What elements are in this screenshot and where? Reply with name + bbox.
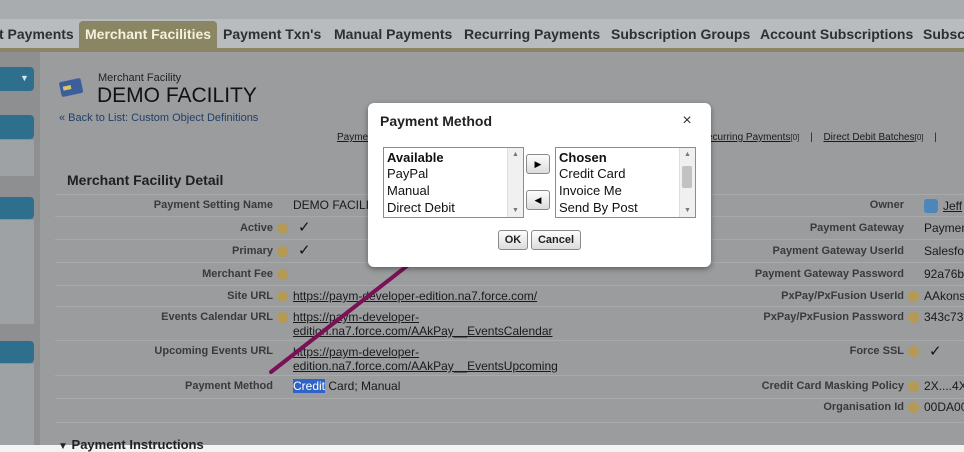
remove-button[interactable]: ◀: [526, 190, 550, 210]
scroll-down-icon[interactable]: ▼: [684, 207, 691, 214]
chosen-list[interactable]: Chosen Credit Card Invoice Me Send By Po…: [555, 147, 696, 218]
scroll-up-icon[interactable]: ▲: [512, 151, 519, 158]
available-list[interactable]: Available PayPal Manual Direct Debit ▲ ▼: [383, 147, 524, 218]
scroll-up-icon[interactable]: ▲: [684, 151, 691, 158]
list-item[interactable]: Direct Debit: [387, 200, 455, 215]
dialog-title: Payment Method: [380, 113, 493, 129]
cancel-button[interactable]: Cancel: [531, 230, 581, 250]
list-item[interactable]: Manual: [387, 183, 430, 198]
scrollbar[interactable]: ▲ ▼: [679, 148, 695, 217]
ok-button[interactable]: OK: [498, 230, 528, 250]
list-item[interactable]: Credit Card: [559, 166, 625, 181]
scrollbar[interactable]: ▲ ▼: [507, 148, 523, 217]
scroll-down-icon[interactable]: ▼: [512, 207, 519, 214]
scroll-thumb[interactable]: [682, 166, 692, 188]
list-header: Available: [387, 150, 444, 165]
payment-method-dialog: Payment Method × Available PayPal Manual…: [368, 103, 711, 267]
close-icon[interactable]: ×: [678, 112, 696, 130]
list-header: Chosen: [559, 150, 607, 165]
list-item[interactable]: Send By Post: [559, 200, 638, 215]
add-button[interactable]: ▶: [526, 154, 550, 174]
list-item[interactable]: Invoice Me: [559, 183, 622, 198]
list-item[interactable]: PayPal: [387, 166, 428, 181]
